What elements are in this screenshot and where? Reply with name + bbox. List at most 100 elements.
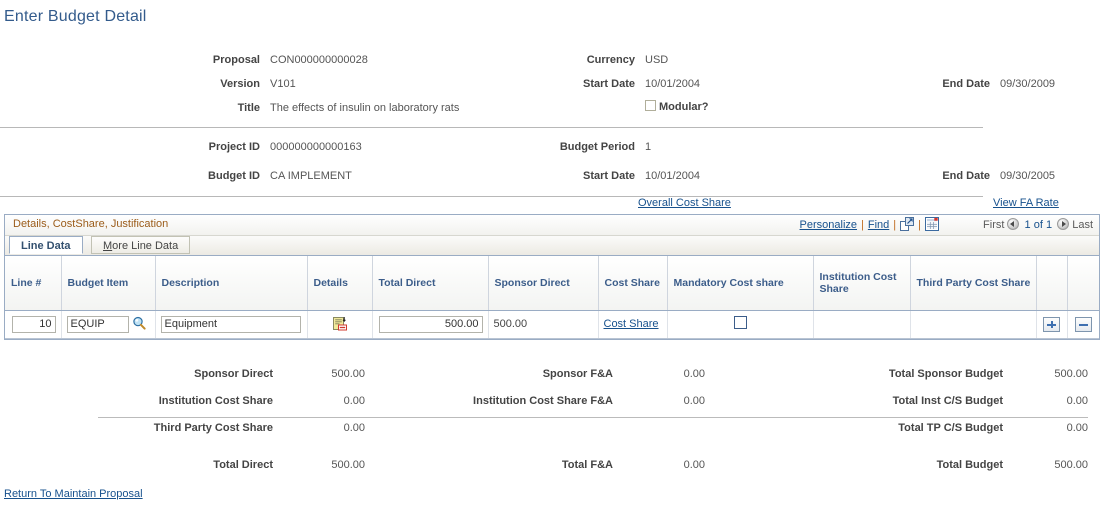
cell-add-row: [1036, 310, 1068, 339]
column-header-line-no: Line #: [5, 256, 62, 311]
total-label-total-direct: Total Direct: [213, 459, 273, 471]
view-fa-rate-link[interactable]: View FA Rate: [993, 197, 1059, 209]
column-header-total-direct: Total Direct: [372, 256, 489, 311]
view-fa-rate-pre: View F: [993, 197, 1026, 209]
budget-lines-table: Line # Budget Item Description Details T…: [5, 256, 1099, 339]
grid-tabbar: Line Data More Line Data: [5, 236, 1099, 256]
total-value-total-fa: 0.00: [683, 459, 705, 471]
previous-arrow-icon[interactable]: [1007, 218, 1020, 230]
header-divider-2: [0, 196, 983, 197]
page-counter: 1 of 1: [1024, 219, 1053, 231]
total-label-total-inst-cs-budget: Total Inst C/S Budget: [892, 395, 1003, 407]
cell-institution-cost-share: [813, 310, 911, 339]
currency-label: Currency: [586, 54, 635, 66]
budget-detail-grid: Details, CostShare, Justification Person…: [4, 214, 1100, 340]
page-title: Enter Budget Detail: [4, 8, 147, 25]
version-value: V101: [270, 78, 296, 90]
start-date-value-bottom: 10/01/2004: [645, 170, 701, 182]
proposal-label: Proposal: [212, 54, 260, 66]
toolbar-separator-3: |: [918, 219, 921, 231]
add-row-icon[interactable]: [1043, 316, 1060, 332]
start-date-value-top: 10/01/2004: [645, 78, 701, 90]
total-value-sponsor-fa: 0.00: [683, 368, 705, 380]
total-value-total-budget: 500.00: [1054, 459, 1088, 471]
tab-line-data[interactable]: Line Data: [9, 236, 83, 254]
table-row: 500.00 Cost Share: [5, 310, 1099, 339]
cost-share-link[interactable]: Cost Share: [604, 318, 659, 330]
cell-description: [155, 310, 308, 339]
end-date-label-top: End Date: [942, 78, 990, 90]
cell-line-no: [5, 310, 62, 339]
grid-title-bar: Details, CostShare, Justification Person…: [5, 215, 1099, 236]
modular-label: Modular?: [659, 101, 709, 113]
first-link[interactable]: First: [983, 219, 1004, 231]
total-label-sponsor-fa: Sponsor F&A: [542, 368, 613, 380]
budget-id-label: Budget ID: [208, 170, 260, 182]
grid-toolbar: Personalize | Find | |: [800, 217, 939, 231]
cell-sponsor-direct: 500.00: [488, 310, 599, 339]
last-link[interactable]: Last: [1072, 219, 1093, 231]
totals-divider-column-3: [788, 417, 1088, 418]
end-date-label-bottom: End Date: [942, 170, 990, 182]
total-value-institution-cost-share-fa: 0.00: [683, 395, 705, 407]
totals-section: Sponsor Direct 500.00 Institution Cost S…: [0, 368, 1107, 478]
toolbar-separator-1: |: [861, 219, 864, 231]
table-header-row: Line # Budget Item Description Details T…: [5, 256, 1099, 311]
find-link[interactable]: Find: [868, 219, 889, 231]
cell-budget-item: [61, 310, 156, 339]
budget-period-label: Budget Period: [559, 141, 635, 153]
total-value-institution-cost-share: 0.00: [343, 395, 365, 407]
overall-cost-share-link[interactable]: Overall Cost Share: [638, 197, 731, 209]
cell-details: [307, 310, 373, 339]
title-value: The effects of insulin on laboratory rat…: [270, 102, 460, 114]
grid-title: Details, CostShare, Justification: [13, 218, 169, 230]
view-fa-rate-accesskey: A: [1025, 197, 1033, 209]
project-id-value: 000000000000163: [270, 141, 362, 153]
line-no-input[interactable]: [11, 315, 56, 333]
cell-delete-row: [1067, 310, 1099, 339]
total-label-third-party-cost-share: Third Party Cost Share: [153, 422, 273, 434]
total-label-total-sponsor-budget: Total Sponsor Budget: [888, 368, 1003, 380]
personalize-link[interactable]: Personalize: [800, 219, 857, 231]
column-header-delete: [1067, 256, 1099, 311]
total-direct-input[interactable]: [378, 315, 483, 333]
return-to-maintain-proposal-link[interactable]: Return To Maintain Proposal: [4, 488, 143, 500]
details-document-icon[interactable]: [332, 316, 348, 332]
cell-total-direct: [372, 310, 489, 339]
delete-row-icon[interactable]: [1074, 316, 1092, 332]
column-header-add: [1036, 256, 1068, 311]
toolbar-separator-2: |: [893, 219, 897, 231]
column-header-institution-cost-share: Institution Cost Share: [813, 256, 911, 311]
cell-cost-share: Cost Share: [598, 310, 668, 339]
budget-item-input[interactable]: [66, 315, 129, 333]
spreadsheet-download-icon[interactable]: [925, 217, 939, 231]
proposal-value: CON000000000028: [270, 54, 368, 66]
description-input[interactable]: [160, 315, 301, 333]
tab-more-line-data-label: ore Line Data: [112, 240, 179, 252]
total-label-total-fa: Total F&A: [561, 459, 613, 471]
totals-divider-column-1: [98, 417, 443, 418]
tab-more-line-data[interactable]: More Line Data: [91, 236, 191, 254]
total-value-total-tp-cs-budget: 0.00: [1066, 422, 1088, 434]
expand-icon[interactable]: [900, 217, 915, 231]
cell-mandatory-cost-share: [667, 310, 814, 339]
budget-id-value: CA IMPLEMENT: [270, 170, 352, 182]
column-header-cost-share: Cost Share: [598, 256, 668, 311]
end-date-value-top: 09/30/2009: [1000, 78, 1056, 90]
column-header-sponsor-direct: Sponsor Direct: [488, 256, 599, 311]
total-value-total-direct: 500.00: [331, 459, 365, 471]
next-arrow-icon[interactable]: [1057, 218, 1070, 230]
column-header-mandatory-cost-share: Mandatory Cost share: [667, 256, 814, 311]
column-header-description: Description: [155, 256, 308, 311]
magnifier-lookup-icon[interactable]: [132, 316, 146, 330]
tab-more-line-data-accesskey: M: [103, 240, 113, 252]
total-value-third-party-cost-share: 0.00: [343, 422, 365, 434]
modular-checkbox[interactable]: [645, 100, 656, 111]
cell-third-party-cost-share: [910, 310, 1037, 339]
totals-divider-column-2: [443, 417, 788, 418]
mandatory-cost-share-checkbox[interactable]: [733, 316, 747, 329]
project-id-label: Project ID: [208, 141, 260, 153]
modular-checkbox-row[interactable]: Modular?: [645, 100, 709, 113]
column-header-budget-item: Budget Item: [61, 256, 156, 311]
total-label-institution-cost-share-fa: Institution Cost Share F&A: [473, 395, 613, 407]
